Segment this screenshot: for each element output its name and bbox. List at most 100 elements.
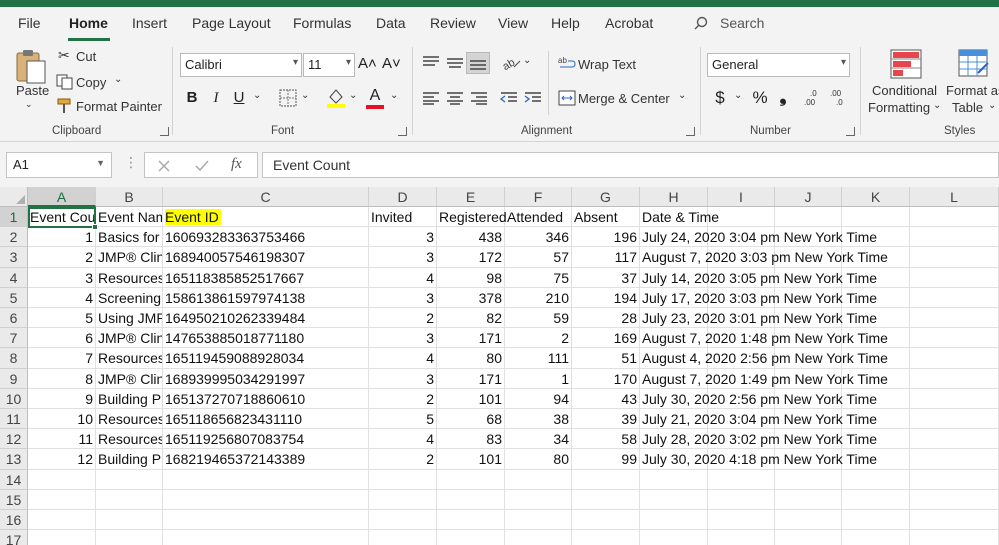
fill-handle[interactable]: [92, 224, 98, 230]
row-header[interactable]: 13: [0, 449, 28, 470]
copy-button[interactable]: Copy: [76, 75, 106, 90]
cell[interactable]: [96, 530, 163, 545]
cell[interactable]: 378: [437, 287, 505, 308]
cell[interactable]: 4: [369, 267, 437, 288]
cell[interactable]: [505, 489, 572, 510]
cell[interactable]: Resources: [96, 409, 163, 430]
cell[interactable]: [842, 469, 910, 490]
cell[interactable]: 4: [369, 429, 437, 450]
cell[interactable]: [505, 510, 572, 531]
merge-dropdown-icon[interactable]: ⌄: [678, 90, 686, 101]
cell[interactable]: 2: [369, 449, 437, 470]
cell[interactable]: 438: [437, 227, 505, 248]
cell[interactable]: 147653885018771180: [163, 328, 369, 349]
cell[interactable]: July 30, 2020 2:56 pm New York Time: [640, 388, 877, 409]
cell[interactable]: [437, 489, 505, 510]
underline-dropdown-icon[interactable]: ⌄: [253, 90, 261, 101]
wrap-text-icon[interactable]: ab: [558, 55, 576, 71]
cell[interactable]: 210: [505, 287, 572, 308]
cell[interactable]: [910, 328, 999, 349]
comma-button[interactable]: ❟: [776, 85, 790, 107]
cell[interactable]: 51: [572, 348, 640, 369]
cell[interactable]: [910, 530, 999, 545]
cell[interactable]: 34: [505, 429, 572, 450]
fill-color-icon[interactable]: [326, 87, 346, 109]
cell[interactable]: 111: [505, 348, 572, 369]
cell[interactable]: [640, 489, 708, 510]
cell[interactable]: [910, 368, 999, 389]
cell[interactable]: 59: [505, 308, 572, 329]
tab-review[interactable]: Review: [430, 15, 476, 31]
cell[interactable]: 2: [369, 388, 437, 409]
cell[interactable]: 169: [572, 328, 640, 349]
name-box[interactable]: A1 ▼: [6, 152, 112, 178]
cell[interactable]: [910, 489, 999, 510]
cell[interactable]: Basics for: [96, 227, 163, 248]
cell[interactable]: JMP® Clini: [96, 247, 163, 268]
insert-function-icon[interactable]: fx: [231, 156, 242, 173]
format-as-table-dropdown-icon[interactable]: ⌄: [988, 100, 996, 111]
cut-button[interactable]: Cut: [76, 49, 96, 64]
tab-help[interactable]: Help: [551, 15, 580, 31]
underline-button[interactable]: U: [231, 87, 247, 109]
cell[interactable]: [437, 510, 505, 531]
font-size-select[interactable]: 11 ▾: [303, 53, 355, 77]
tab-acrobat[interactable]: Acrobat: [605, 15, 653, 31]
font-color-button[interactable]: A: [366, 85, 384, 107]
cell[interactable]: [572, 510, 640, 531]
cell[interactable]: 80: [505, 449, 572, 470]
column-header-k[interactable]: K: [842, 187, 910, 207]
cell[interactable]: 28: [572, 308, 640, 329]
align-right-icon[interactable]: [470, 91, 488, 105]
cell[interactable]: 3: [369, 328, 437, 349]
number-format-select[interactable]: General ▾: [707, 53, 850, 77]
orientation-dropdown-icon[interactable]: ⌄: [523, 55, 531, 66]
cell[interactable]: Resources: [96, 267, 163, 288]
paste-button[interactable]: Paste: [16, 83, 49, 98]
cell[interactable]: [708, 530, 775, 545]
cell[interactable]: 57: [505, 247, 572, 268]
cell[interactable]: 117: [572, 247, 640, 268]
cell[interactable]: 75: [505, 267, 572, 288]
decrease-decimal-icon[interactable]: .00 .0: [830, 89, 852, 109]
cell[interactable]: [28, 510, 96, 531]
cell[interactable]: 171: [437, 328, 505, 349]
cell[interactable]: 101: [437, 449, 505, 470]
align-bottom-button[interactable]: [466, 52, 490, 74]
cell[interactable]: August 7, 2020 3:03 pm New York Time: [640, 247, 888, 268]
row-header[interactable]: 7: [0, 328, 28, 349]
tab-insert[interactable]: Insert: [132, 15, 167, 31]
cell-highlighted[interactable]: Event ID: [163, 207, 369, 228]
cell[interactable]: 9: [28, 388, 96, 409]
cell[interactable]: 39: [572, 409, 640, 430]
cell[interactable]: Event Nam: [96, 207, 163, 228]
cell[interactable]: 99: [572, 449, 640, 470]
cell[interactable]: 58: [572, 429, 640, 450]
cell[interactable]: 3: [369, 368, 437, 389]
cell[interactable]: [842, 207, 910, 228]
cell[interactable]: 8: [28, 368, 96, 389]
cell[interactable]: August 7, 2020 1:49 pm New York Time: [640, 368, 888, 389]
cell[interactable]: [910, 287, 999, 308]
row-header[interactable]: 15: [0, 489, 28, 510]
cell[interactable]: [910, 267, 999, 288]
row-header[interactable]: 9: [0, 368, 28, 389]
cell[interactable]: 165119459088928034: [163, 348, 369, 369]
cell[interactable]: JMP® Clini: [96, 368, 163, 389]
formula-input[interactable]: Event Count: [262, 152, 999, 178]
cell[interactable]: 83: [437, 429, 505, 450]
orientation-icon[interactable]: ab: [500, 53, 522, 71]
cell[interactable]: Resources: [96, 429, 163, 450]
font-color-dropdown-icon[interactable]: ⌄: [390, 90, 398, 101]
cell[interactable]: Resources: [96, 348, 163, 369]
cancel-icon[interactable]: [157, 159, 171, 173]
tab-data[interactable]: Data: [376, 15, 406, 31]
column-header-b[interactable]: B: [96, 187, 163, 207]
cell[interactable]: [910, 510, 999, 531]
cell[interactable]: 170: [572, 368, 640, 389]
cell[interactable]: July 24, 2020 3:04 pm New York Time: [640, 227, 877, 248]
cell[interactable]: [842, 489, 910, 510]
merge-center-button[interactable]: Merge & Center: [578, 91, 670, 106]
column-header-l[interactable]: L: [910, 187, 999, 207]
cell[interactable]: 2: [505, 328, 572, 349]
